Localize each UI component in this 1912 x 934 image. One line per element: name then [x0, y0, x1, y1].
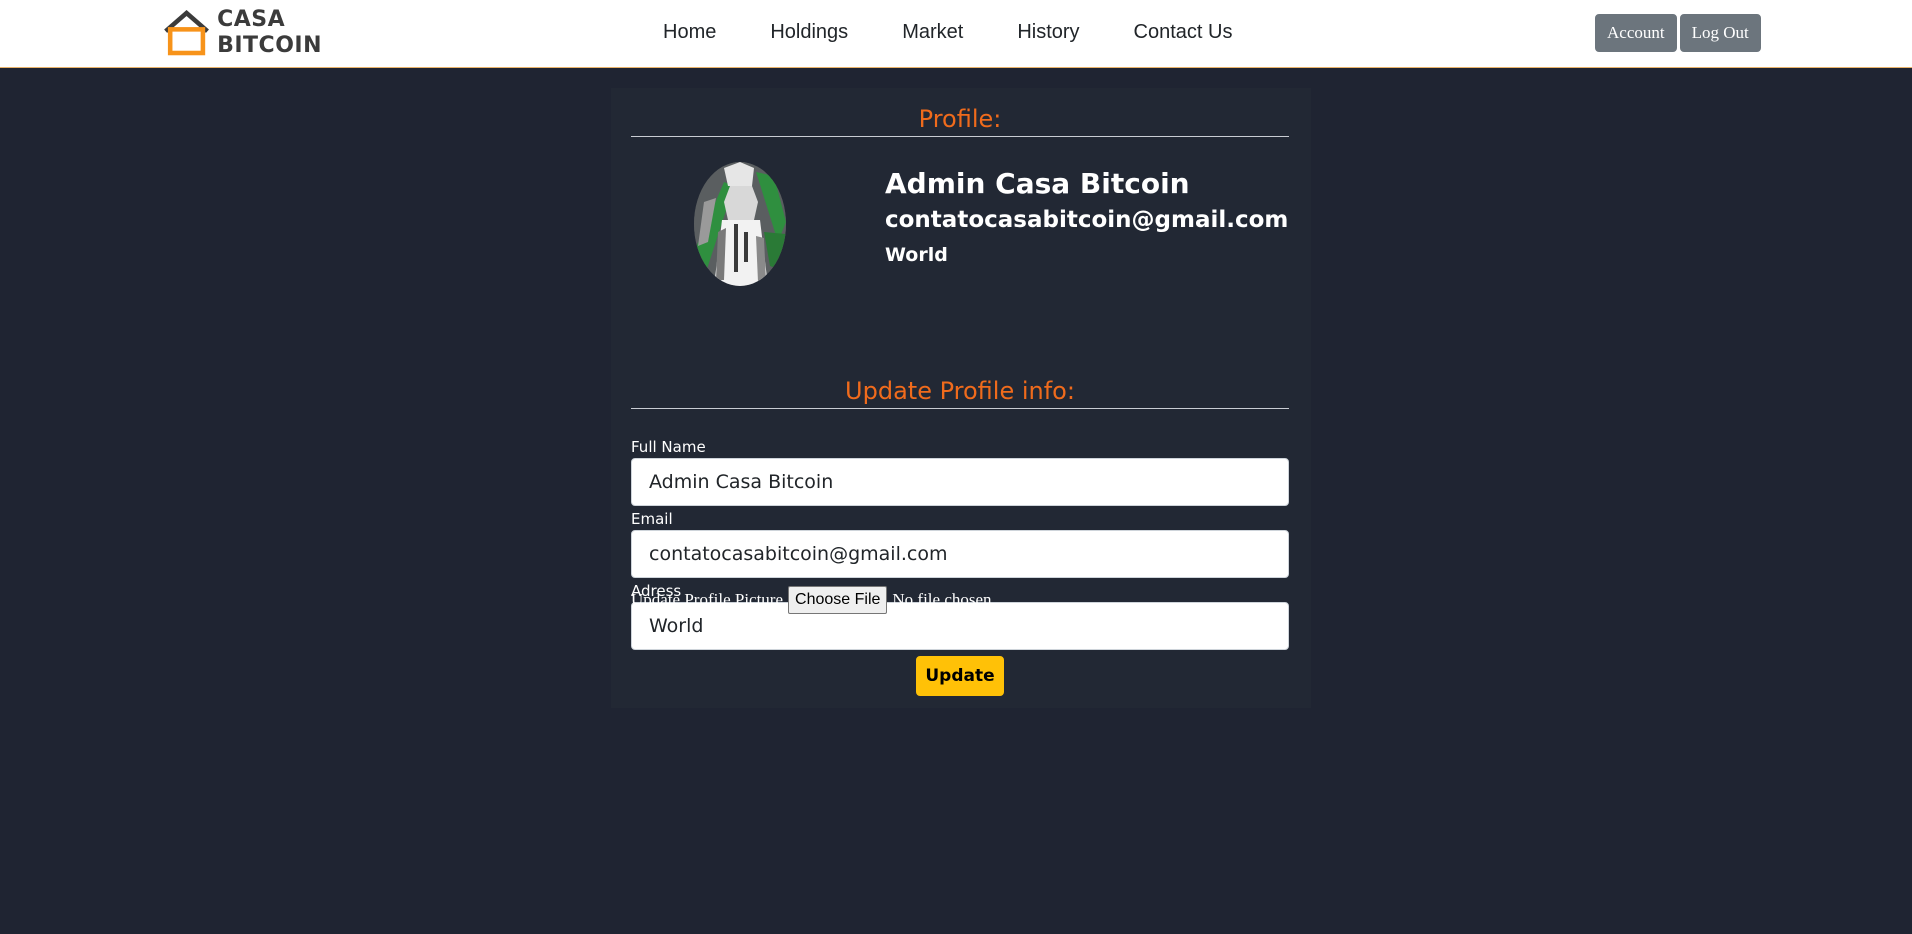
profile-card: Profile: Admin Casa Bitcoin contatocasab… [611, 88, 1311, 708]
logo-line-1: CASA [217, 7, 286, 32]
profile-picture-label: Update Profile Picture [631, 590, 784, 609]
choose-file-button[interactable]: Choose File [788, 586, 888, 614]
email-input[interactable] [631, 530, 1289, 578]
full-name-label: Full Name [631, 438, 706, 456]
nav-holdings[interactable]: Holdings [770, 21, 848, 44]
casa-bitcoin-logo[interactable]: CASA BITCOIN [162, 7, 322, 59]
main-nav: Home Holdings Market History Contact Us [663, 0, 1232, 64]
nav-home[interactable]: Home [663, 21, 716, 44]
profile-name: Admin Casa Bitcoin [885, 167, 1190, 200]
logo-line-2: BITCOIN [217, 33, 322, 58]
profile-summary: Admin Casa Bitcoin contatocasabitcoin@gm… [885, 166, 1288, 272]
logo-wordmark: CASA BITCOIN [217, 7, 322, 59]
nav-contact-us[interactable]: Contact Us [1134, 21, 1233, 44]
nav-history[interactable]: History [1017, 21, 1079, 44]
logout-button[interactable]: Log Out [1679, 14, 1761, 52]
profile-address: World [885, 244, 948, 266]
top-navbar: CASA BITCOIN Home Holdings Market Histor… [0, 0, 1912, 68]
update-section-title: Update Profile info: [631, 376, 1289, 409]
nav-market[interactable]: Market [902, 21, 963, 44]
full-name-input[interactable] [631, 458, 1289, 506]
file-status-text: No file chosen [892, 590, 992, 609]
email-label: Email [631, 510, 673, 528]
account-button[interactable]: Account [1595, 14, 1677, 52]
profile-picture-upload: Update Profile Picture Choose File No fi… [631, 586, 992, 614]
profile-email: contatocasabitcoin@gmail.com [885, 207, 1289, 233]
house-logo-icon [164, 9, 209, 56]
profile-section-title: Profile: [631, 104, 1289, 137]
avatar-image [694, 162, 786, 286]
update-button[interactable]: Update [916, 656, 1004, 696]
nav-user-actions: Account Log Out [1595, 14, 1764, 52]
profile-avatar [694, 162, 786, 286]
